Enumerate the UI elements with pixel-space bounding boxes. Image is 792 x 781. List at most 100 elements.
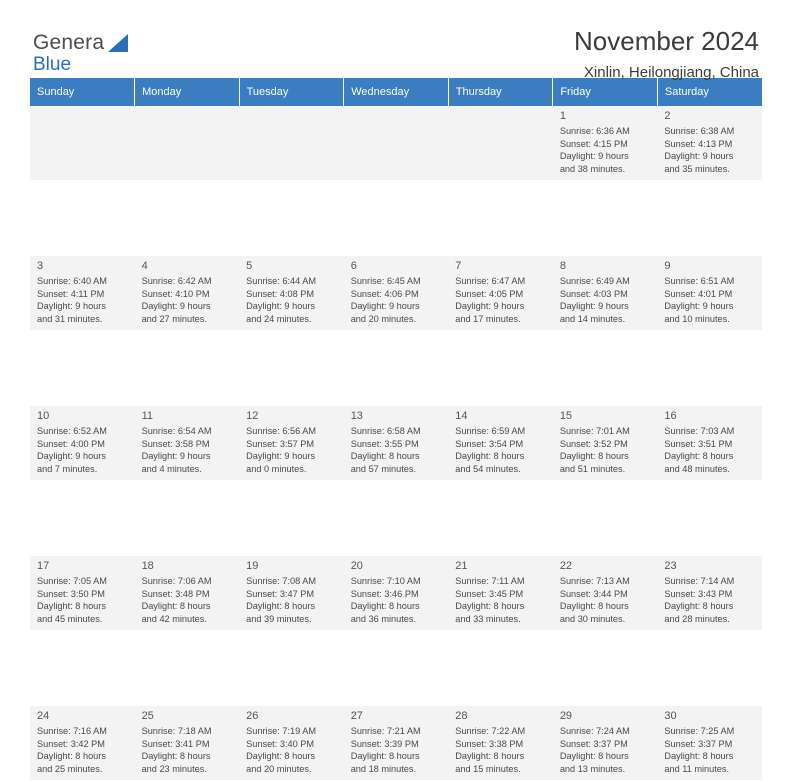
day-detail-line: Sunrise: 6:42 AM [141,276,212,286]
calendar-day-cell[interactable]: 18 Sunrise: 7:06 AM Sunset: 3:48 PM Dayligh… [134,555,240,631]
calendar-day-cell[interactable]: 21 Sunrise: 7:11 AM Sunset: 3:45 PM Dayligh… [448,555,553,631]
blue-flag-icon [104,33,130,53]
calendar-empty-cell [30,106,135,181]
calendar-row-separator-cell [30,480,762,556]
calendar-day-cell[interactable]: 14 Sunrise: 6:59 AM Sunset: 3:54 PM Dayligh… [448,405,553,481]
calendar-day-cell[interactable]: 1 Sunrise: 6:36 AM Sunset: 4:15 PM Daylight… [552,106,658,181]
calendar-day-cell[interactable]: 29 Sunrise: 7:24 AM Sunset: 3:37 PM Dayligh… [552,705,658,781]
day-detail-line: Sunrise: 6:49 AM [559,276,630,286]
day-details: Sunrise: 6:44 AM Sunset: 4:08 PM Daylight:… [239,275,344,325]
calendar-day-cell[interactable]: 23 Sunrise: 7:14 AM Sunset: 3:43 PM Dayligh… [657,555,762,631]
calendar-day-cell[interactable]: 3 Sunrise: 6:40 AM Sunset: 4:11 PM Daylight… [30,255,135,331]
day-number: 4 [141,260,148,272]
day-detail-line: Sunrise: 7:21 AM [350,726,421,736]
day-detail-line: Sunrise: 7:01 AM [559,426,630,436]
day-detail-line: Daylight: 9 hours [246,301,316,312]
day-details: Sunrise: 7:08 AM Sunset: 3:47 PM Daylight:… [239,575,344,625]
day-detail-line: and 17 minutes. [455,313,521,324]
calendar-day-cell[interactable]: 4 Sunrise: 6:42 AM Sunset: 4:10 PM Daylight… [134,255,240,331]
weekday-header-friday: Friday [552,78,658,106]
day-detail-line: Sunset: 3:42 PM [37,738,105,749]
day-detail-line: Sunset: 3:43 PM [664,588,733,599]
day-details: Sunrise: 7:11 AM Sunset: 3:45 PM Daylight:… [448,575,553,625]
day-detail-line: and 38 minutes. [559,163,626,174]
day-detail-line: and 33 minutes. [455,613,521,624]
day-detail-line: and 4 minutes. [141,463,202,474]
calendar-row-separator [30,630,762,706]
calendar-day-cell[interactable]: 12 Sunrise: 6:56 AM Sunset: 3:57 PM Dayligh… [239,405,344,481]
day-details: Sunrise: 6:51 AM Sunset: 4:01 PM Daylight:… [657,275,762,325]
calendar-day-cell[interactable]: 11 Sunrise: 6:54 AM Sunset: 3:58 PM Dayligh… [134,405,240,481]
calendar-day-cell[interactable]: 7 Sunrise: 6:47 AM Sunset: 4:05 PM Daylight… [448,255,553,331]
day-detail-line: and 7 minutes. [37,463,98,474]
calendar-row-separator-cell [30,180,762,256]
day-number: 15 [559,410,573,422]
day-detail-line: and 23 minutes. [141,763,207,774]
day-detail-line: Daylight: 9 hours [664,301,734,312]
calendar-week-row: 10 Sunrise: 6:52 AM Sunset: 4:00 PM Dayligh… [30,405,762,481]
calendar-day-cell[interactable]: 5 Sunrise: 6:44 AM Sunset: 4:08 PM Daylight… [239,255,344,331]
calendar-day-cell[interactable]: 2 Sunrise: 6:38 AM Sunset: 4:13 PM Daylight… [657,106,762,181]
day-detail-line: Sunrise: 6:44 AM [246,276,317,286]
day-detail-line: and 15 minutes. [455,763,521,774]
day-number: 10 [37,410,50,422]
day-number: 22 [559,560,573,572]
day-detail-line: Sunrise: 6:54 AM [141,426,212,436]
calendar-day-cell[interactable]: 17 Sunrise: 7:05 AM Sunset: 3:50 PM Dayligh… [30,555,135,631]
calendar-row-separator-cell [30,630,762,706]
day-detail-line: Sunrise: 7:25 AM [664,726,735,736]
day-details: Sunrise: 7:25 AM Sunset: 3:37 PM Daylight:… [657,725,762,775]
day-detail-line: Sunset: 3:46 PM [350,588,419,599]
day-detail-line: Sunrise: 6:36 AM [559,126,630,136]
day-detail-line: and 54 minutes. [455,463,521,474]
calendar-day-cell[interactable]: 10 Sunrise: 6:52 AM Sunset: 4:00 PM Dayligh… [30,405,135,481]
day-details: Sunrise: 6:59 AM Sunset: 3:54 PM Daylight:… [448,425,553,475]
logo[interactable]: General Blue [33,32,213,76]
day-details: Sunrise: 6:36 AM Sunset: 4:15 PM Daylight:… [553,125,658,175]
day-number: 24 [37,710,50,722]
day-detail-line: Daylight: 8 hours [559,601,629,612]
calendar-day-cell[interactable]: 22 Sunrise: 7:13 AM Sunset: 3:44 PM Dayligh… [552,555,658,631]
day-details: Sunrise: 6:49 AM Sunset: 4:03 PM Daylight:… [553,275,658,325]
calendar-day-cell[interactable]: 24 Sunrise: 7:16 AM Sunset: 3:42 PM Dayligh… [30,705,135,781]
day-detail-line: Daylight: 8 hours [664,601,734,612]
calendar-day-cell[interactable]: 19 Sunrise: 7:08 AM Sunset: 3:47 PM Dayligh… [239,555,344,631]
calendar-day-cell[interactable]: 27 Sunrise: 7:21 AM Sunset: 3:39 PM Dayligh… [343,705,449,781]
day-details: Sunrise: 7:21 AM Sunset: 3:39 PM Daylight:… [344,725,449,775]
day-detail-line: Sunrise: 7:24 AM [559,726,630,736]
day-detail-line: Sunrise: 7:16 AM [37,726,107,736]
day-detail-line: Sunrise: 7:08 AM [246,576,317,586]
day-detail-line: Sunset: 4:08 PM [246,288,315,299]
day-details: Sunrise: 7:18 AM Sunset: 3:41 PM Daylight:… [135,725,240,775]
day-detail-line: Sunrise: 6:47 AM [455,276,526,286]
day-detail-line: Sunset: 3:54 PM [455,438,524,449]
day-detail-line: and 0 minutes. [246,463,307,474]
weekday-header-wednesday: Wednesday [343,78,449,106]
calendar-day-cell[interactable]: 26 Sunrise: 7:19 AM Sunset: 3:40 PM Dayligh… [239,705,344,781]
day-details: Sunrise: 6:56 AM Sunset: 3:57 PM Daylight:… [239,425,344,475]
day-detail-line: Sunset: 3:52 PM [559,438,628,449]
calendar-day-cell[interactable]: 15 Sunrise: 7:01 AM Sunset: 3:52 PM Dayligh… [552,405,658,481]
day-detail-line: Sunrise: 7:03 AM [664,426,735,436]
day-detail-line: Daylight: 8 hours [37,751,106,762]
day-detail-line: Sunrise: 7:05 AM [37,576,107,586]
calendar-day-cell[interactable]: 8 Sunrise: 6:49 AM Sunset: 4:03 PM Daylight… [552,255,658,331]
calendar-day-cell[interactable]: 25 Sunrise: 7:18 AM Sunset: 3:41 PM Dayligh… [134,705,240,781]
day-detail-line: Sunrise: 7:11 AM [455,576,525,586]
calendar-day-cell[interactable]: 30 Sunrise: 7:25 AM Sunset: 3:37 PM Dayligh… [657,705,762,781]
day-detail-line: Sunset: 4:03 PM [559,288,628,299]
calendar-day-cell[interactable]: 13 Sunrise: 6:58 AM Sunset: 3:55 PM Dayligh… [343,405,449,481]
day-details: Sunrise: 6:52 AM Sunset: 4:00 PM Daylight:… [30,425,135,475]
calendar-day-cell[interactable]: 9 Sunrise: 6:51 AM Sunset: 4:01 PM Daylight… [657,255,762,331]
day-detail-line: and 11 minutes. [664,763,730,774]
calendar-day-cell[interactable]: 16 Sunrise: 7:03 AM Sunset: 3:51 PM Dayligh… [657,405,762,481]
day-number: 17 [37,560,50,572]
calendar-day-cell[interactable]: 20 Sunrise: 7:10 AM Sunset: 3:46 PM Dayligh… [343,555,449,631]
calendar-row-separator [30,180,762,256]
day-details: Sunrise: 7:05 AM Sunset: 3:50 PM Daylight:… [30,575,135,625]
calendar-day-cell[interactable]: 6 Sunrise: 6:45 AM Sunset: 4:06 PM Daylight… [343,255,449,331]
day-number: 7 [455,260,462,272]
day-detail-line: Sunset: 3:58 PM [141,438,210,449]
day-detail-line: Daylight: 8 hours [350,451,420,462]
calendar-day-cell[interactable]: 28 Sunrise: 7:22 AM Sunset: 3:38 PM Dayligh… [448,705,553,781]
